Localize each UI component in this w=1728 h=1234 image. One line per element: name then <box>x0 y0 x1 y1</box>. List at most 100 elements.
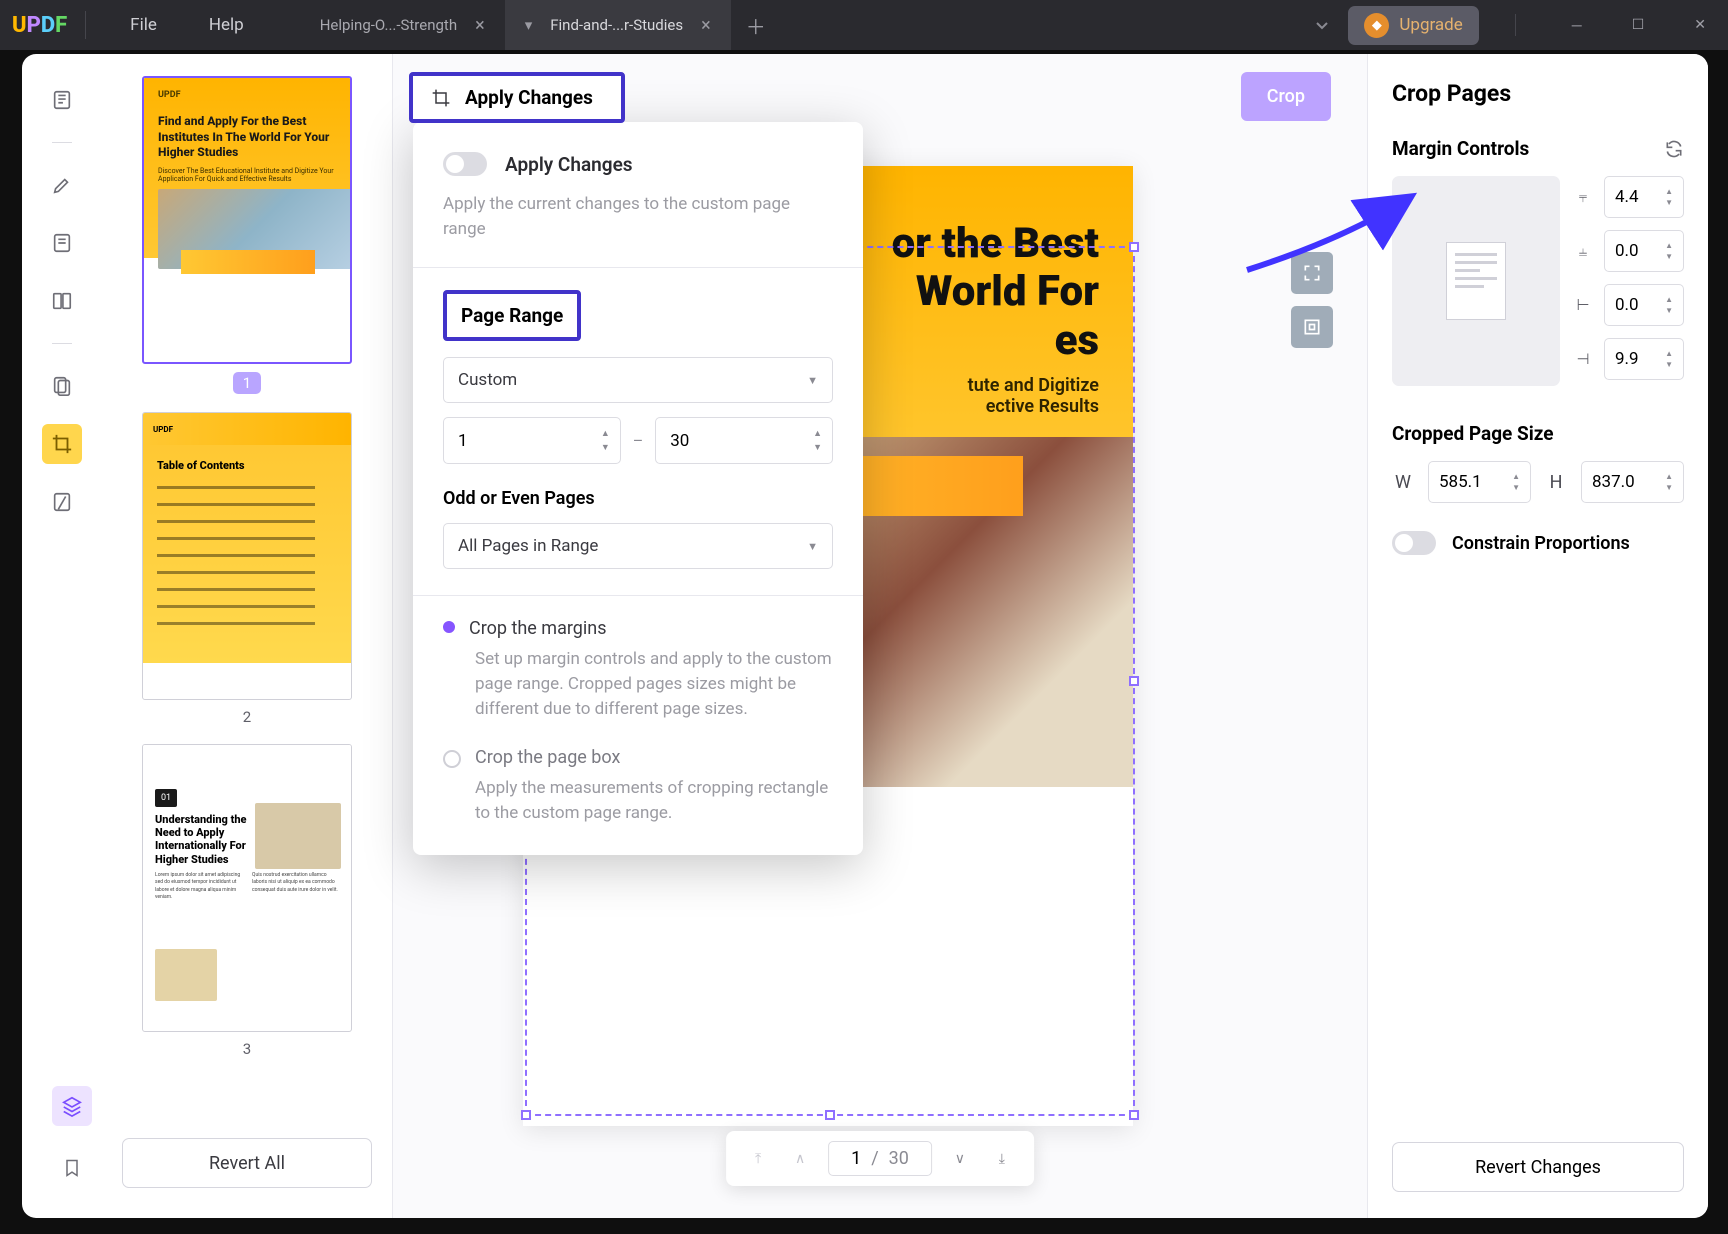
thumb-number: 2 <box>243 708 251 726</box>
tab-find[interactable]: ▾ Find-and-...r-Studies × <box>505 0 731 50</box>
revert-changes-button[interactable]: Revert Changes <box>1392 1142 1684 1192</box>
odd-even-title: Odd or Even Pages <box>443 488 833 509</box>
close-icon[interactable]: × <box>701 15 711 36</box>
revert-all-button[interactable]: Revert All <box>122 1138 372 1188</box>
tool-redact[interactable] <box>42 482 82 522</box>
step-down-icon[interactable]: ▼ <box>1665 306 1673 315</box>
tool-annotate[interactable] <box>42 165 82 205</box>
add-tab-button[interactable]: ＋ <box>731 0 781 50</box>
tool-crop[interactable] <box>42 424 82 464</box>
close-button[interactable]: ✕ <box>1694 17 1706 34</box>
radio-crop-margins[interactable]: Crop the margins <box>443 618 833 639</box>
step-up-icon[interactable]: ▲ <box>1665 187 1673 196</box>
upgrade-button[interactable]: ◆ Upgrade <box>1348 6 1478 45</box>
height-input[interactable]: 837.0▲▼ <box>1581 461 1684 503</box>
margin-bottom-input[interactable]: 0.0▲▼ <box>1604 230 1684 272</box>
tool-edit[interactable] <box>42 223 82 263</box>
tool-reader[interactable] <box>42 80 82 120</box>
step-down-icon[interactable]: ▼ <box>1665 198 1673 207</box>
margin-left-input[interactable]: 0.0 ▲ ▼ <box>1604 284 1684 326</box>
step-up-icon[interactable]: ▲ <box>1665 349 1673 358</box>
thumbnail-1[interactable]: UPDF Find and Apply For the Best Institu… <box>142 76 352 364</box>
divider <box>52 142 72 143</box>
dash-icon: – <box>633 431 644 450</box>
tool-organize[interactable] <box>42 366 82 406</box>
last-page-button[interactable]: ⤓ <box>988 1145 1016 1173</box>
chevron-down-icon: ▼ <box>807 374 818 387</box>
select-value: Custom <box>458 370 517 390</box>
radio-checked-icon <box>443 621 455 633</box>
page-range-select[interactable]: Custom ▼ <box>443 357 833 403</box>
chevron-down-icon[interactable] <box>1314 17 1330 33</box>
step-down-icon[interactable]: ▼ <box>1665 360 1673 369</box>
input-value: 0.0 <box>1615 295 1639 315</box>
step-up-icon[interactable]: ▲ <box>601 428 610 439</box>
apply-changes-button[interactable]: Apply Changes <box>409 72 625 123</box>
annotation-arrow-icon <box>1237 188 1427 283</box>
upgrade-label: Upgrade <box>1399 15 1462 35</box>
app-logo: UPDF <box>12 13 67 38</box>
reset-icon[interactable] <box>1664 139 1684 159</box>
input-value: 1 <box>458 431 468 451</box>
range-to-input[interactable]: 30 ▲ ▼ <box>655 417 833 464</box>
close-icon[interactable]: × <box>475 15 485 36</box>
tab-bar: Helping-O...-Strength × ▾ Find-and-...r-… <box>300 0 781 50</box>
brand-chip: UPDF <box>158 90 336 100</box>
step-up-icon[interactable]: ▲ <box>1512 472 1520 481</box>
tool-forms[interactable] <box>42 281 82 321</box>
crop-handle[interactable] <box>1129 676 1139 686</box>
width-label: W <box>1392 472 1414 493</box>
menu-file[interactable]: File <box>130 15 157 35</box>
tab-label: Helping-O...-Strength <box>320 16 457 34</box>
panel-title: Crop Pages <box>1392 80 1684 107</box>
step-up-icon[interactable]: ▲ <box>1665 295 1673 304</box>
input-value: 30 <box>670 431 689 451</box>
constrain-toggle[interactable] <box>1392 531 1436 555</box>
minimize-button[interactable]: ─ <box>1572 17 1582 34</box>
crop-icon <box>431 88 451 108</box>
first-page-button[interactable]: ⤒ <box>744 1145 772 1173</box>
range-from-input[interactable]: 1 ▲ ▼ <box>443 417 621 464</box>
tool-rail <box>22 54 102 1218</box>
crop-handle[interactable] <box>825 1110 835 1120</box>
step-down-icon[interactable]: ▼ <box>1665 252 1673 261</box>
margin-left-icon: ⊢ <box>1572 296 1594 314</box>
thumb-sub: Discover The Best Educational Institute … <box>158 167 336 183</box>
divider <box>85 11 86 39</box>
step-down-icon[interactable]: ▼ <box>1512 483 1520 492</box>
crop-handle[interactable] <box>521 1110 531 1120</box>
odd-even-select[interactable]: All Pages in Range ▼ <box>443 523 833 569</box>
popover-apply-title: Apply Changes <box>505 153 633 176</box>
next-page-button[interactable]: ∨ <box>946 1145 974 1173</box>
tool-bookmark[interactable] <box>52 1148 92 1188</box>
margin-right-input[interactable]: 9.9▲▼ <box>1604 338 1684 380</box>
reset-crop-button[interactable] <box>1291 306 1333 348</box>
constrain-label: Constrain Proportions <box>1452 533 1630 554</box>
tool-layers[interactable] <box>52 1086 92 1126</box>
margin-controls-title: Margin Controls <box>1392 137 1529 160</box>
apply-toggle[interactable] <box>443 152 487 176</box>
step-up-icon[interactable]: ▲ <box>1665 472 1673 481</box>
margin-top-input[interactable]: 4.4▲▼ <box>1604 176 1684 218</box>
margin-right-icon: ⊣ <box>1572 350 1594 368</box>
tab-helping[interactable]: Helping-O...-Strength × <box>300 0 505 50</box>
step-up-icon[interactable]: ▲ <box>1665 241 1673 250</box>
page-input[interactable]: 1 / 30 <box>828 1141 932 1176</box>
thumbnail-3[interactable]: 01 Understanding the Need to Apply Inter… <box>142 744 352 1032</box>
step-down-icon[interactable]: ▼ <box>601 442 610 453</box>
prev-page-button[interactable]: ∧ <box>786 1145 814 1173</box>
thumbnail-2[interactable]: UPDF Table of Contents <box>142 412 352 700</box>
crop-handle[interactable] <box>1129 242 1139 252</box>
radio-crop-box[interactable]: Crop the page box <box>443 747 833 768</box>
pin-icon: ▾ <box>525 16 533 34</box>
crop-handle[interactable] <box>1129 1110 1139 1120</box>
menu-help[interactable]: Help <box>209 15 244 35</box>
crop-button[interactable]: Crop <box>1241 72 1331 121</box>
width-input[interactable]: 585.1▲▼ <box>1428 461 1531 503</box>
step-up-icon[interactable]: ▲ <box>813 428 822 439</box>
thumb-title: Find and Apply For the Best Institutes I… <box>158 114 336 161</box>
maximize-button[interactable]: ☐ <box>1632 17 1645 34</box>
step-down-icon[interactable]: ▼ <box>813 442 822 453</box>
step-down-icon[interactable]: ▼ <box>1665 483 1673 492</box>
radio-desc: Apply the measurements of cropping recta… <box>475 776 833 825</box>
